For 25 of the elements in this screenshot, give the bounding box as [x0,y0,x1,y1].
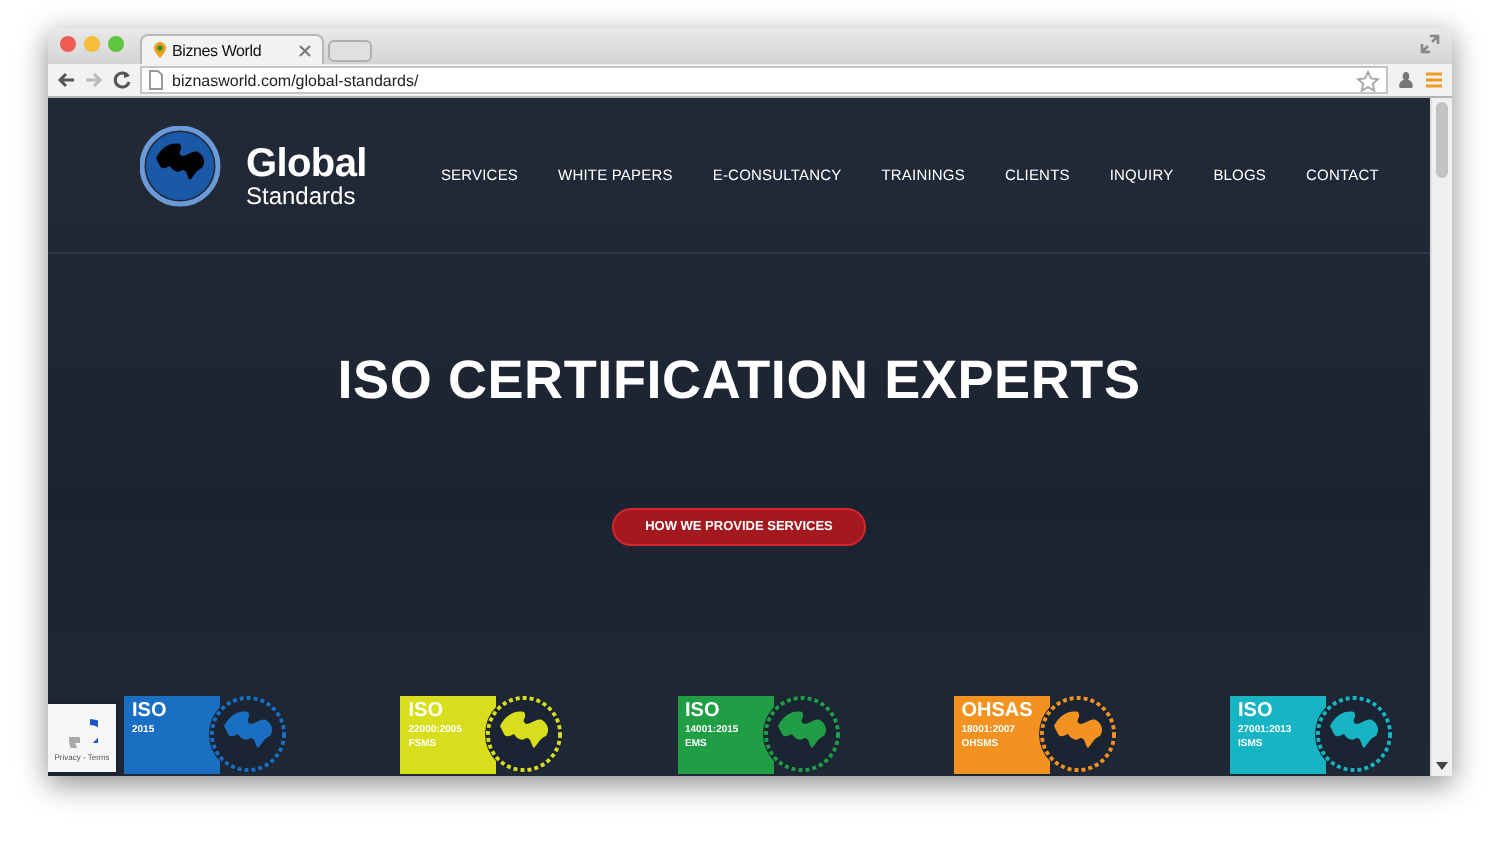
hero-headline: ISO CERTIFICATION EXPERTS [337,350,1141,412]
address-bar[interactable]: biznasworld.com/global-standards/ [140,66,1388,94]
new-tab-button[interactable] [328,40,372,62]
map-pin-icon [152,40,168,60]
browser-tab[interactable]: Biznes World [140,34,324,64]
back-icon[interactable] [56,70,76,90]
forward-icon[interactable] [84,70,104,90]
page-icon [148,70,164,90]
logo-title: Global [246,143,367,183]
reload-icon[interactable] [112,70,132,90]
badge-title: ISO [1238,701,1275,721]
scroll-down-icon[interactable] [1434,760,1450,772]
menu-icon[interactable] [1424,70,1444,90]
badge-title: ISO [132,701,169,721]
tab-title: Biznes World [172,41,264,59]
url-text: biznasworld.com/global-standards/ [172,71,421,89]
fullscreen-icon[interactable] [1420,34,1440,54]
badge-title: ISO [408,701,445,721]
scrollbar[interactable] [1430,98,1452,776]
logo-subtitle: Standards [246,183,358,207]
close-icon[interactable] [298,43,312,57]
badge-title: OHSAS [961,701,1035,721]
scrollbar-thumb[interactable] [1436,102,1448,178]
star-icon[interactable] [1356,69,1380,91]
badge-title: ISO [685,701,722,721]
